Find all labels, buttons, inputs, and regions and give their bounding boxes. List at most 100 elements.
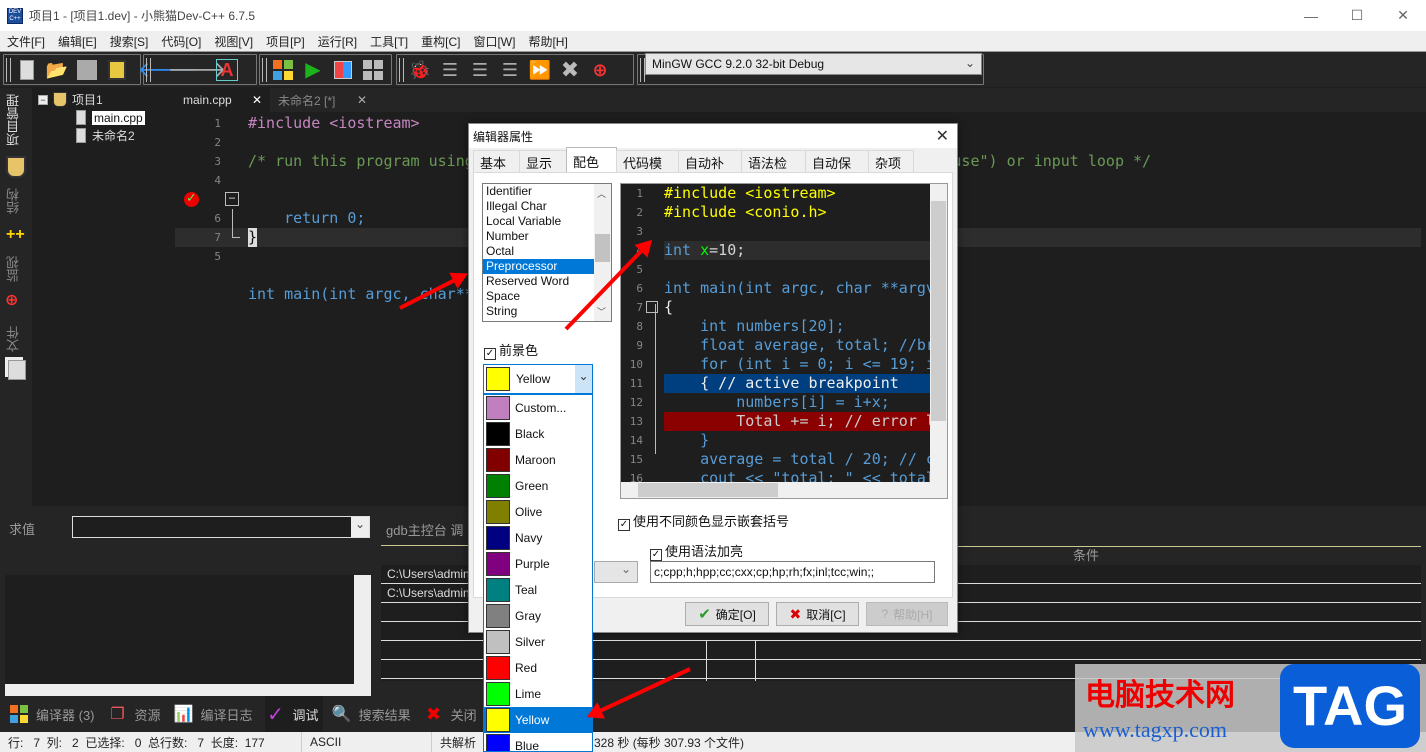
color-option[interactable]: Olive <box>484 499 592 525</box>
close-tab-icon[interactable]: ✕ <box>252 93 262 107</box>
tab-unnamed2[interactable]: 未命名2 [*] ✕ <box>270 88 375 112</box>
scroll-down-icon[interactable]: ﹀ <box>597 305 606 318</box>
tab-code-templates[interactable]: 代码模板 <box>616 150 679 190</box>
menu-search[interactable]: 搜索[S] <box>103 33 155 50</box>
save-icon[interactable] <box>76 59 98 81</box>
horizontal-scrollbar[interactable] <box>5 684 371 696</box>
chevron-down-icon[interactable]: ⌄ <box>351 517 369 537</box>
tab-debug[interactable]: ✓ 调试 <box>264 696 323 732</box>
fold-icon[interactable]: − <box>225 192 239 206</box>
forward-icon[interactable]: 🡒 <box>168 58 227 81</box>
step-over-icon[interactable]: ☰ <box>439 59 461 81</box>
tab-structure[interactable]: 结构 <box>4 188 28 214</box>
foreground-checkbox[interactable]: ✓ 前景色 <box>484 340 538 360</box>
format-icon[interactable]: A <box>216 58 238 81</box>
list-item[interactable]: Space <box>483 289 594 304</box>
tab-main-cpp[interactable]: main.cpp ✕ <box>175 88 270 112</box>
compile-run-icon[interactable] <box>332 59 354 81</box>
scrollbar-thumb[interactable] <box>595 234 610 262</box>
tab-project-manager[interactable]: 项目管理 <box>4 94 28 146</box>
tab-compiler[interactable]: 编译器 (3) <box>8 696 99 732</box>
collapse-icon[interactable]: − <box>38 94 48 105</box>
list-item-selected[interactable]: Preprocessor <box>483 259 594 274</box>
foreground-color-select[interactable]: Yellow ⌄ <box>483 364 593 394</box>
debug-icon[interactable]: 🐞 <box>409 59 431 81</box>
color-option[interactable]: Yellow <box>484 707 592 733</box>
tab-colors[interactable]: 配色 <box>566 147 617 172</box>
list-item[interactable]: Identifier <box>483 184 594 199</box>
close-tab-icon[interactable]: ✕ <box>357 93 367 107</box>
color-option[interactable]: Teal <box>484 577 592 603</box>
tab-gdb-console[interactable]: gdb主控台 调 <box>381 514 477 546</box>
tab-syntax-check[interactable]: 语法检查 <box>741 150 806 190</box>
compile-icon[interactable] <box>272 59 294 81</box>
nested-brackets-checkbox[interactable]: ✓ 使用不同颜色显示嵌套括号 <box>618 511 789 531</box>
chevron-down-icon[interactable]: ⌄ <box>575 365 592 393</box>
color-option[interactable]: Maroon <box>484 447 592 473</box>
list-item[interactable]: Local Variable <box>483 214 594 229</box>
color-dropdown-list[interactable]: Custom... Black Maroon Green Olive Navy Purple… <box>483 394 593 752</box>
menu-run[interactable]: 运行[R] <box>311 33 363 50</box>
preview-vertical-scrollbar[interactable] <box>930 184 947 482</box>
color-option[interactable]: Blue <box>484 733 592 751</box>
new-file-icon[interactable] <box>16 59 38 81</box>
tree-item-unnamed2[interactable]: 未命名2 <box>76 127 135 144</box>
list-item[interactable]: Reserved Word <box>483 274 594 289</box>
color-option[interactable]: Custom... <box>484 395 592 421</box>
tab-misc[interactable]: 杂项 <box>868 150 914 172</box>
menu-project[interactable]: 项目[P] <box>259 33 311 50</box>
color-option[interactable]: Black <box>484 421 592 447</box>
tree-item-main-cpp[interactable]: main.cpp <box>76 110 145 125</box>
tab-autosave[interactable]: 自动保存 <box>805 150 869 190</box>
color-option[interactable]: Red <box>484 655 592 681</box>
vertical-scrollbar[interactable] <box>354 575 371 690</box>
tab-files[interactable]: 文件 <box>4 326 28 352</box>
tab-compile-log[interactable]: 📊 编译日志 <box>173 696 257 732</box>
vertical-scrollbar[interactable]: ︿ ﹀ <box>594 184 611 321</box>
list-item[interactable]: Illegal Char <box>483 199 594 214</box>
color-option[interactable]: Silver <box>484 629 592 655</box>
tab-basic[interactable]: 基本 <box>473 150 520 172</box>
tab-close[interactable]: ✖ 关闭 <box>423 696 481 732</box>
list-item[interactable]: Octal <box>483 244 594 259</box>
tab-resources[interactable]: ❐ 资源 <box>107 696 165 732</box>
minimize-button[interactable]: — <box>1288 0 1334 31</box>
ok-button[interactable]: ✔ 确定[O] <box>685 602 769 626</box>
cancel-button[interactable]: ✖ 取消[C] <box>776 602 859 626</box>
eval-input[interactable]: ⌄ <box>72 516 370 538</box>
color-option[interactable]: Purple <box>484 551 592 577</box>
tab-autocomplete[interactable]: 自动补全 <box>678 150 742 190</box>
scroll-up-icon[interactable]: ︿ <box>597 187 606 200</box>
watch-icon[interactable]: ⊕ <box>589 59 611 81</box>
tab-watch[interactable]: 监视 <box>4 256 28 282</box>
eval-output[interactable] <box>5 575 371 690</box>
color-option[interactable]: Gray <box>484 603 592 629</box>
menu-code[interactable]: 代码[O] <box>154 33 207 50</box>
menu-edit[interactable]: 编辑[E] <box>51 33 103 50</box>
rebuild-icon[interactable] <box>362 59 384 81</box>
syntax-highlight-checkbox[interactable]: ✓ 使用语法加亮 <box>650 541 743 561</box>
dialog-close-button[interactable]: ✕ <box>936 126 949 146</box>
menu-file[interactable]: 文件[F] <box>0 33 51 50</box>
save-all-icon[interactable] <box>106 59 128 81</box>
list-item[interactable]: Number <box>483 229 594 244</box>
tab-search-results[interactable]: 🔍 搜索结果 <box>331 696 415 732</box>
color-option[interactable]: Green <box>484 473 592 499</box>
maximize-button[interactable]: ☐ <box>1334 0 1380 31</box>
compiler-select[interactable]: MinGW GCC 9.2.0 32-bit Debug ⌄ <box>645 53 982 75</box>
tab-display[interactable]: 显示 <box>519 150 567 172</box>
preview-horizontal-scrollbar[interactable] <box>621 482 947 498</box>
menu-refactor[interactable]: 重构[C] <box>414 33 466 50</box>
step-out-icon[interactable]: ☰ <box>499 59 521 81</box>
syntax-type-select[interactable]: ⌄ <box>594 561 638 583</box>
continue-icon[interactable]: ⏩ <box>529 59 551 81</box>
menu-window[interactable]: 窗口[W] <box>466 33 521 50</box>
menu-help[interactable]: 帮助[H] <box>521 33 573 50</box>
menu-tools[interactable]: 工具[T] <box>363 33 414 50</box>
open-folder-icon[interactable]: 📂 <box>46 59 68 81</box>
menu-view[interactable]: 视图[V] <box>207 33 259 50</box>
step-into-icon[interactable]: ☰ <box>469 59 491 81</box>
tree-root[interactable]: − 项目1 <box>38 91 103 108</box>
color-option[interactable]: Lime <box>484 681 592 707</box>
run-icon[interactable]: ▶ <box>302 59 324 81</box>
